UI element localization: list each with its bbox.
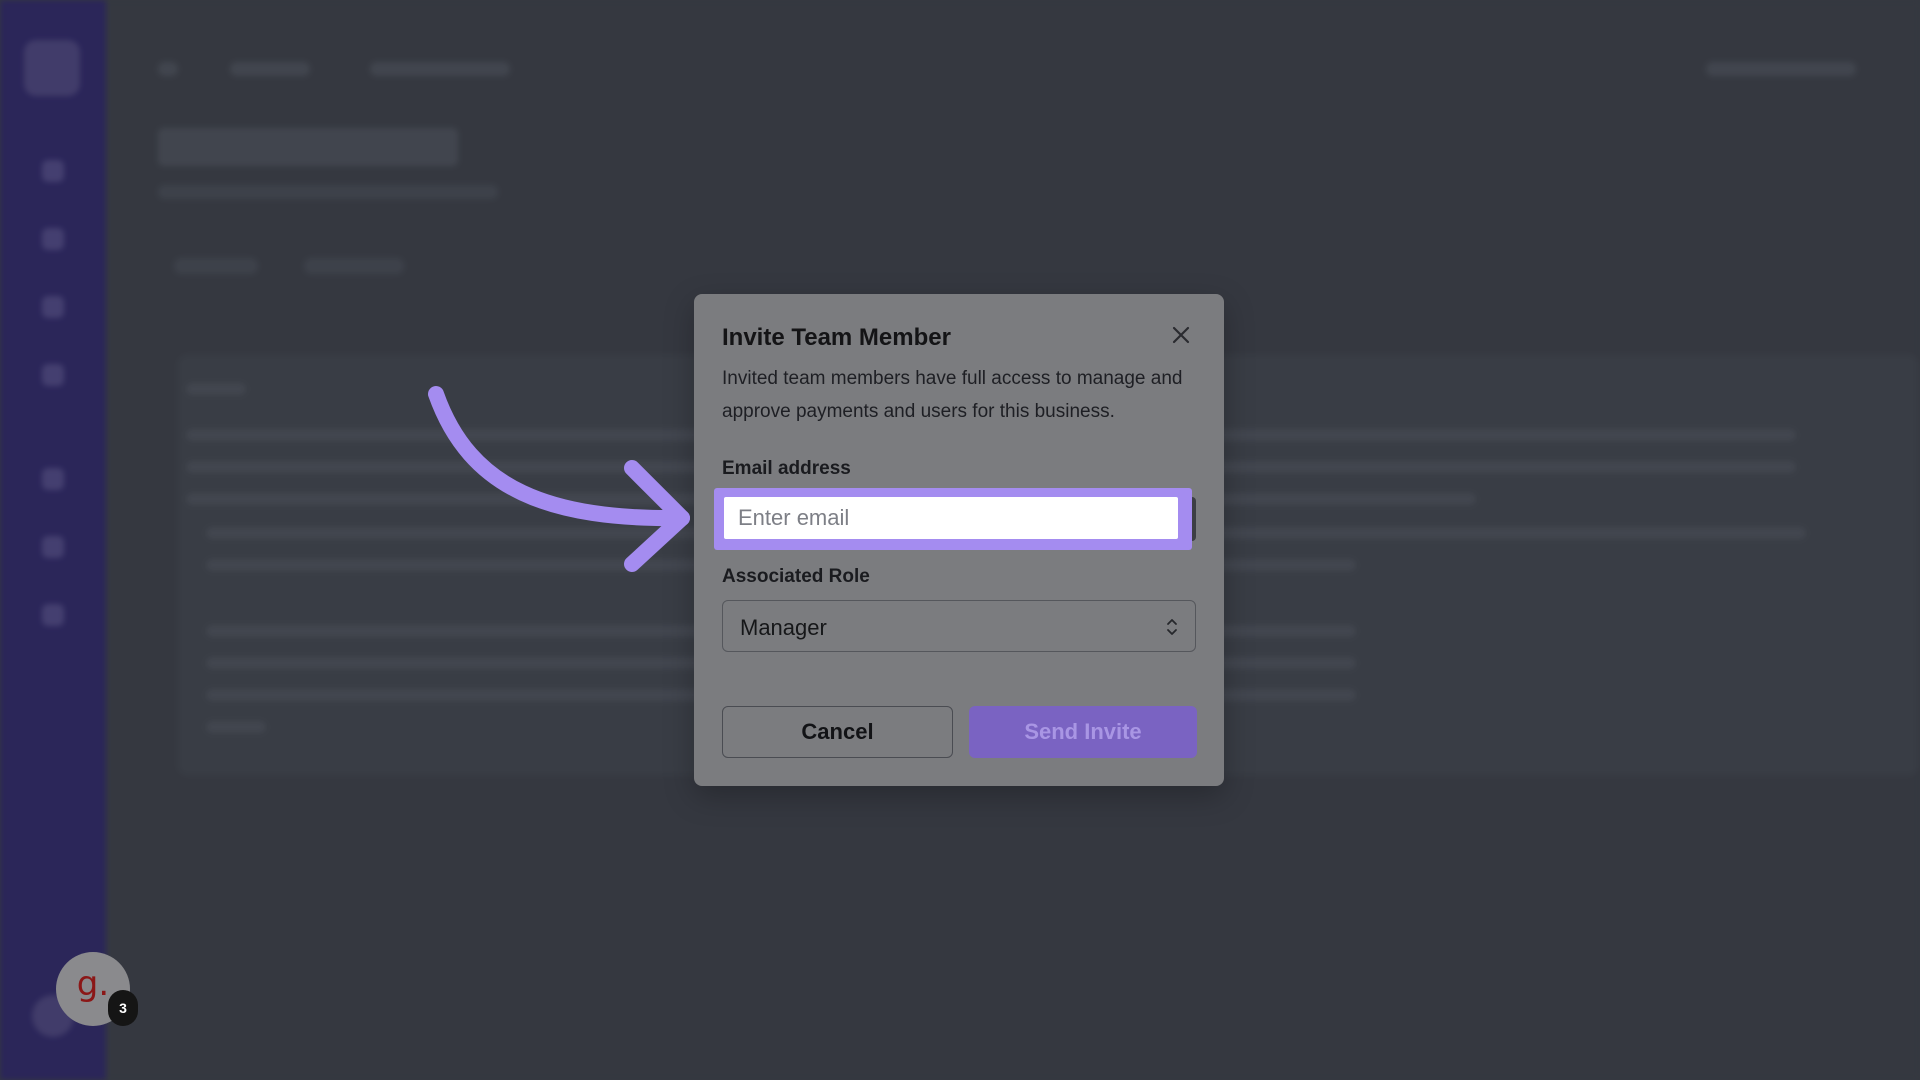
- email-field-edge: [1192, 497, 1196, 541]
- send-invite-button[interactable]: Send Invite: [969, 706, 1197, 758]
- cancel-button[interactable]: Cancel: [722, 706, 953, 758]
- role-label: Associated Role: [722, 566, 870, 587]
- notification-count-badge: 3: [108, 990, 138, 1026]
- email-input[interactable]: [724, 497, 1178, 539]
- pointer-arrow-icon: [428, 386, 690, 572]
- close-button[interactable]: [1168, 322, 1194, 348]
- invite-team-member-dialog: Invite Team Member Invited team members …: [694, 294, 1224, 786]
- dialog-description: Invited team members have full access to…: [722, 368, 1183, 422]
- role-select[interactable]: Manager: [722, 600, 1196, 652]
- dialog-title: Invite Team Member: [722, 324, 951, 351]
- close-icon: [1172, 326, 1190, 344]
- guide-logo: g.: [76, 964, 110, 1004]
- role-selected-value: Manager: [740, 615, 827, 640]
- email-label: Email address: [722, 458, 851, 479]
- chevron-up-down-icon: [1167, 619, 1177, 635]
